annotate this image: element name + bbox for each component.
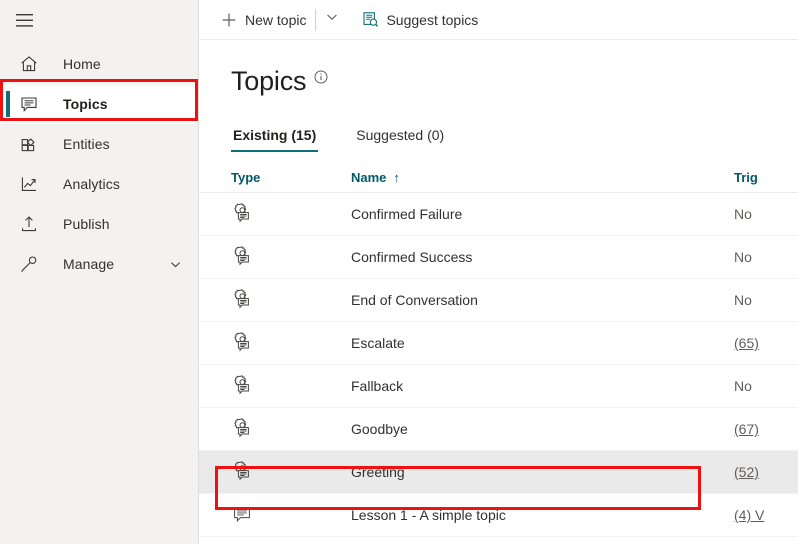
- cell-name: End of Conversation: [351, 292, 734, 308]
- new-topic-dropdown-button[interactable]: [318, 4, 346, 36]
- cell-name: Goodbye: [351, 421, 734, 437]
- suggest-topics-button[interactable]: Suggest topics: [354, 4, 485, 36]
- cell-trigger[interactable]: (4) V: [734, 507, 798, 523]
- sidebar-item-analytics[interactable]: Analytics: [0, 164, 198, 204]
- cell-type: [231, 460, 351, 485]
- table-row-greeting[interactable]: Greeting: [199, 451, 798, 494]
- trigger-value[interactable]: (67): [734, 421, 759, 437]
- trigger-value[interactable]: (4) V: [734, 507, 764, 523]
- system-topic-icon: [231, 417, 253, 442]
- cell-trigger: No: [734, 378, 798, 394]
- column-header-type[interactable]: Type: [231, 170, 351, 185]
- user-topic-icon: [231, 503, 253, 528]
- cell-name: Lesson 1 - A simple topic: [351, 507, 734, 523]
- trigger-value: No: [734, 292, 752, 308]
- cell-name: Confirmed Success: [351, 249, 734, 265]
- sort-ascending-icon: ↑: [393, 170, 400, 185]
- main-content: New topic Su: [199, 0, 798, 544]
- tab-suggested[interactable]: Suggested (0): [354, 127, 446, 152]
- cell-name: Confirmed Failure: [351, 206, 734, 222]
- tab-label: Existing (15): [233, 127, 316, 143]
- upload-arrow-icon: [16, 211, 42, 237]
- table-row[interactable]: Goodbye (67): [199, 408, 798, 451]
- trigger-value[interactable]: (65): [734, 335, 759, 351]
- topics-table: Type Name ↑ Trig: [199, 163, 798, 537]
- sidebar-item-publish[interactable]: Publish: [0, 204, 198, 244]
- table-row[interactable]: Lesson 1 - A simple topic (4) V: [199, 494, 798, 537]
- chat-bubble-icon: [16, 91, 42, 117]
- table-row[interactable]: End of Conversation No: [199, 279, 798, 322]
- new-topic-label: New topic: [245, 12, 306, 28]
- sidebar-item-manage[interactable]: Manage: [0, 244, 198, 284]
- sidebar-item-entities[interactable]: Entities: [0, 124, 198, 164]
- column-header-name[interactable]: Name ↑: [351, 170, 734, 185]
- table-row[interactable]: Confirmed Success No: [199, 236, 798, 279]
- cell-name: Greeting: [351, 464, 734, 480]
- sidebar: Home Topics: [0, 0, 199, 544]
- cell-trigger: No: [734, 206, 798, 222]
- page-title: Topics: [231, 66, 306, 96]
- sidebar-item-label: Entities: [63, 136, 110, 152]
- cell-type: [231, 417, 351, 442]
- chevron-down-icon[interactable]: [169, 258, 182, 271]
- system-topic-icon: [231, 331, 253, 356]
- trigger-value: No: [734, 206, 752, 222]
- command-bar: New topic Su: [199, 0, 798, 40]
- cell-type: [231, 288, 351, 313]
- cell-type: [231, 331, 351, 356]
- wrench-icon: [16, 251, 42, 277]
- document-search-icon: [361, 11, 379, 29]
- tab-label: Suggested (0): [356, 127, 444, 143]
- cell-type: [231, 202, 351, 227]
- info-circle-icon[interactable]: [314, 70, 328, 84]
- trigger-value[interactable]: (52): [734, 464, 759, 480]
- table-row[interactable]: Confirmed Failure No: [199, 193, 798, 236]
- sidebar-item-home[interactable]: Home: [0, 44, 198, 84]
- cell-trigger[interactable]: (52): [734, 464, 798, 480]
- cell-trigger: No: [734, 249, 798, 265]
- trigger-value: No: [734, 378, 752, 394]
- sidebar-nav: Home Topics: [0, 44, 198, 284]
- table-header-row: Type Name ↑ Trig: [199, 163, 798, 193]
- system-topic-icon: [231, 460, 253, 485]
- plus-icon: [220, 11, 238, 29]
- entities-grid-icon: [16, 131, 42, 157]
- cell-type: [231, 374, 351, 399]
- new-topic-button[interactable]: New topic: [213, 4, 313, 36]
- page-header: Topics: [199, 40, 798, 96]
- cell-name: Fallback: [351, 378, 734, 394]
- line-chart-icon: [16, 171, 42, 197]
- hamburger-menu-button[interactable]: [0, 0, 48, 40]
- system-topic-icon: [231, 288, 253, 313]
- suggest-topics-label: Suggest topics: [386, 12, 478, 28]
- command-bar-divider: [315, 9, 316, 31]
- table-row[interactable]: Escalate (65): [199, 322, 798, 365]
- cell-trigger[interactable]: (67): [734, 421, 798, 437]
- tab-existing[interactable]: Existing (15): [231, 127, 318, 152]
- cell-trigger[interactable]: (65): [734, 335, 798, 351]
- home-icon: [16, 51, 42, 77]
- tab-list: Existing (15) Suggested (0): [199, 118, 798, 152]
- sidebar-item-topics[interactable]: Topics: [0, 84, 198, 124]
- system-topic-icon: [231, 202, 253, 227]
- cell-trigger: No: [734, 292, 798, 308]
- cell-type: [231, 503, 351, 528]
- trigger-value: No: [734, 249, 752, 265]
- table-row[interactable]: Fallback No: [199, 365, 798, 408]
- sidebar-item-label: Analytics: [63, 176, 120, 192]
- chevron-down-icon: [325, 10, 339, 29]
- sidebar-item-label: Manage: [63, 256, 114, 272]
- sidebar-item-label: Publish: [63, 216, 110, 232]
- sidebar-item-label: Home: [63, 56, 101, 72]
- cell-name: Escalate: [351, 335, 734, 351]
- column-header-trigger[interactable]: Trig: [734, 170, 798, 185]
- hamburger-icon: [16, 14, 33, 27]
- cell-type: [231, 245, 351, 270]
- app-root: Home Topics: [0, 0, 798, 544]
- system-topic-icon: [231, 374, 253, 399]
- system-topic-icon: [231, 245, 253, 270]
- column-header-name-label: Name: [351, 170, 386, 185]
- sidebar-item-label: Topics: [63, 96, 108, 112]
